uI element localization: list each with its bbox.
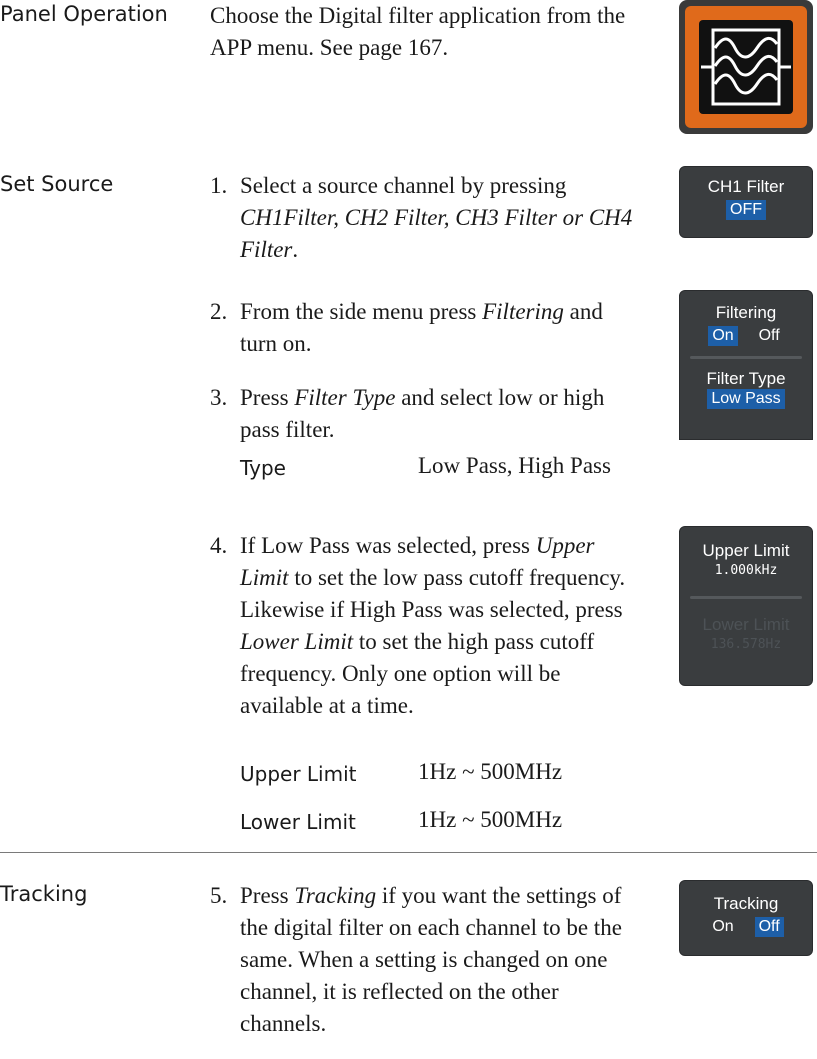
upper-limit-softkey[interactable]: Upper Limit 1.000kHz [680,541,812,578]
upper-limit-value: 1.000kHz [714,563,778,578]
step-3-text: Press Filter Type and select low or high… [240,385,605,442]
step-4-number: 4. [210,533,228,558]
tracking-title: Tracking [713,894,779,913]
section-divider [0,852,817,853]
lower-limit-title: Lower Limit [702,615,790,634]
lower-limit-softkey: Lower Limit 136.578Hz [680,615,812,652]
limit-softkey-panel: Upper Limit 1.000kHz Lower Limit 136.578… [679,526,813,686]
type-value: Low Pass, High Pass [418,453,611,478]
upper-limit-key: Upper Limit [240,762,357,786]
filtering-on-option: On [708,326,738,346]
upper-limit-title: Upper Limit [702,541,790,560]
ch1-filter-title: CH1 Filter [707,177,785,196]
panel-operation-label: Panel Operation [0,2,168,26]
digital-filter-app-icon[interactable] [679,0,813,134]
filtering-softkey-panel: Filtering On Off Filter Type Low Pass [679,290,813,440]
softkey-divider [690,356,802,359]
panel-operation-text: Choose the Digital filter application fr… [210,3,626,60]
step-2-text: From the side menu press Filtering and t… [240,299,603,356]
lower-limit-key: Lower Limit [240,810,356,834]
lower-limit-value: 136.578Hz [710,637,782,652]
filtering-title: Filtering [715,303,777,322]
filter-type-value: Low Pass [707,389,785,409]
ch1-filter-softkey[interactable]: CH1 Filter OFF [679,166,813,238]
set-source-label: Set Source [0,172,114,196]
tracking-label: Tracking [0,882,88,906]
step-1-number: 1. [210,173,228,198]
step-5-text: Press Tracking if you want the settings … [240,883,622,1036]
filter-type-softkey[interactable]: Filter Type Low Pass [680,369,812,409]
step-2-number: 2. [210,299,228,324]
filtering-softkey[interactable]: Filtering On Off [680,303,812,346]
tracking-off-option: Off [754,917,784,937]
tracking-softkey[interactable]: Tracking On Off [679,880,813,956]
step-3-number: 3. [210,385,228,410]
softkey-divider [690,596,802,599]
upper-limit-range: 1Hz ~ 500MHz [418,759,563,784]
ch1-filter-value: OFF [726,200,766,220]
filtering-off-option: Off [758,327,780,344]
tracking-on-option: On [712,918,734,935]
step-4-text: If Low Pass was selected, press Upper Li… [240,533,626,718]
filter-type-title: Filter Type [706,369,786,388]
step-5-number: 5. [210,883,228,908]
step-1-text: Select a source channel by pressing CH1F… [240,173,633,262]
type-key: Type [240,456,286,480]
lower-limit-range: 1Hz ~ 500MHz [418,807,563,832]
